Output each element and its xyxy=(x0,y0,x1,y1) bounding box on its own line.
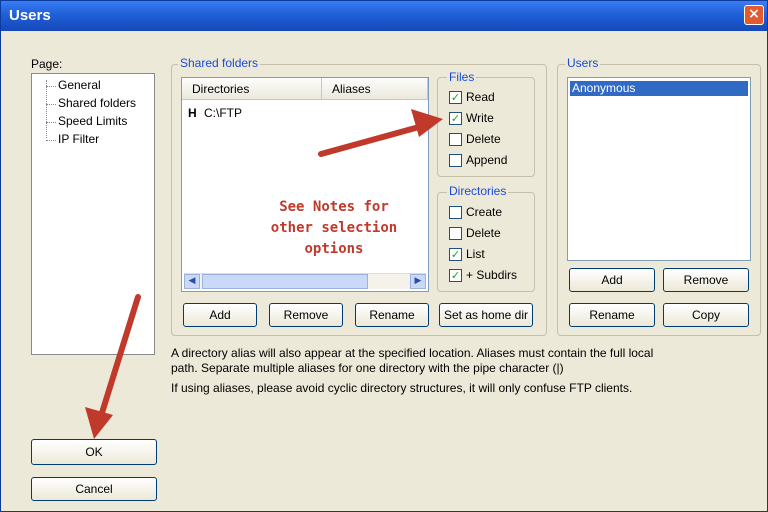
users-dialog: Users × Page: General Shared folders Spe… xyxy=(0,0,768,512)
arrow-to-ok-icon xyxy=(85,294,141,439)
annotation-arrows xyxy=(85,109,443,439)
arrow-to-write-icon xyxy=(318,109,443,157)
